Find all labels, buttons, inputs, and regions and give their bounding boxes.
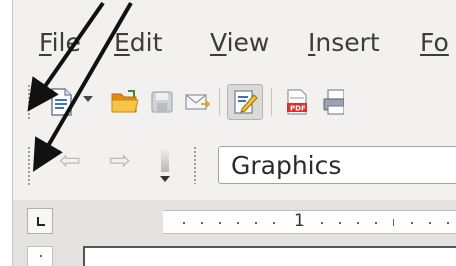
chevron-down-icon [160,176,170,182]
export-pdf-icon: PDF [287,89,307,115]
ruler-number: 1 [294,211,305,231]
menu-format[interactable]: Fo [420,28,449,57]
menu-insert-label: nsert [315,28,380,57]
back-arrow-icon[interactable]: ⇦ [59,148,81,174]
ruler-tick [447,222,449,224]
menu-bar: File Edit View Insert Fo [13,18,456,64]
ruler-tick [429,222,431,224]
ruler-tick [375,222,377,224]
svg-text:PDF: PDF [290,105,306,113]
ruler-tick [393,219,394,226]
tab-stop-selector[interactable] [27,208,53,234]
export-pdf-button[interactable]: PDF [279,84,315,120]
vertical-ruler[interactable] [27,246,53,266]
document-page[interactable] [83,246,456,266]
save-button[interactable] [144,84,180,120]
menu-file-label: ile [51,28,81,57]
standard-toolbar: PDF [13,78,456,126]
toolbar-overflow-button[interactable] [159,146,171,186]
open-button[interactable] [107,84,143,120]
menu-view[interactable]: View [210,28,269,57]
forward-arrow-icon[interactable]: ⇨ [109,148,131,174]
overflow-handle [161,148,169,172]
ruler-tick [237,222,239,224]
ruler-tick [273,222,275,224]
ruler-area: 1 [13,200,456,266]
save-icon [151,91,173,113]
menu-edit-label: dit [129,28,163,57]
ruler-tick [321,222,323,224]
new-document-button[interactable] [43,84,79,120]
left-tab-icon-base [37,224,45,226]
toolbar-grip[interactable] [27,146,32,186]
open-folder-icon [111,90,139,113]
edit-document-icon [234,90,258,114]
edit-mode-button[interactable] [227,84,263,120]
writer-window: File Edit View Insert Fo PDF ⇦ ⇨ Graphic… [12,0,456,266]
ruler-tick [219,222,221,224]
menu-insert[interactable]: Insert [308,28,380,57]
print-button[interactable] [315,84,351,120]
ruler-tick [201,222,203,224]
formatting-toolbar: ⇦ ⇨ Graphics [13,138,456,188]
new-document-icon [51,88,72,116]
new-dropdown-arrow-icon[interactable] [83,96,93,102]
toolbar-grip[interactable] [27,84,32,120]
menu-format-key: Fo [420,28,449,57]
ruler-tick [255,222,257,224]
menu-view-key: V [210,28,227,57]
menu-edit[interactable]: Edit [114,28,162,57]
paragraph-style-value: Graphics [231,151,342,180]
toolbar-separator [219,88,220,116]
toolbar-separator [271,88,272,116]
menu-file-key: F [39,28,52,57]
horizontal-ruler[interactable]: 1 [163,210,456,234]
ruler-tick [357,222,359,224]
email-document-icon [185,94,211,110]
print-icon [323,89,344,115]
menu-view-label: iew [226,28,270,57]
ruler-tick [183,222,185,224]
ruler-tick [411,222,413,224]
ruler-tick [339,222,341,224]
toolbar-grip[interactable] [193,146,198,184]
ruler-tick [40,255,42,257]
email-document-button[interactable] [179,84,215,120]
menu-file[interactable]: File [39,28,81,57]
paragraph-style-combo[interactable]: Graphics [218,146,456,184]
menu-edit-key: E [114,28,130,57]
